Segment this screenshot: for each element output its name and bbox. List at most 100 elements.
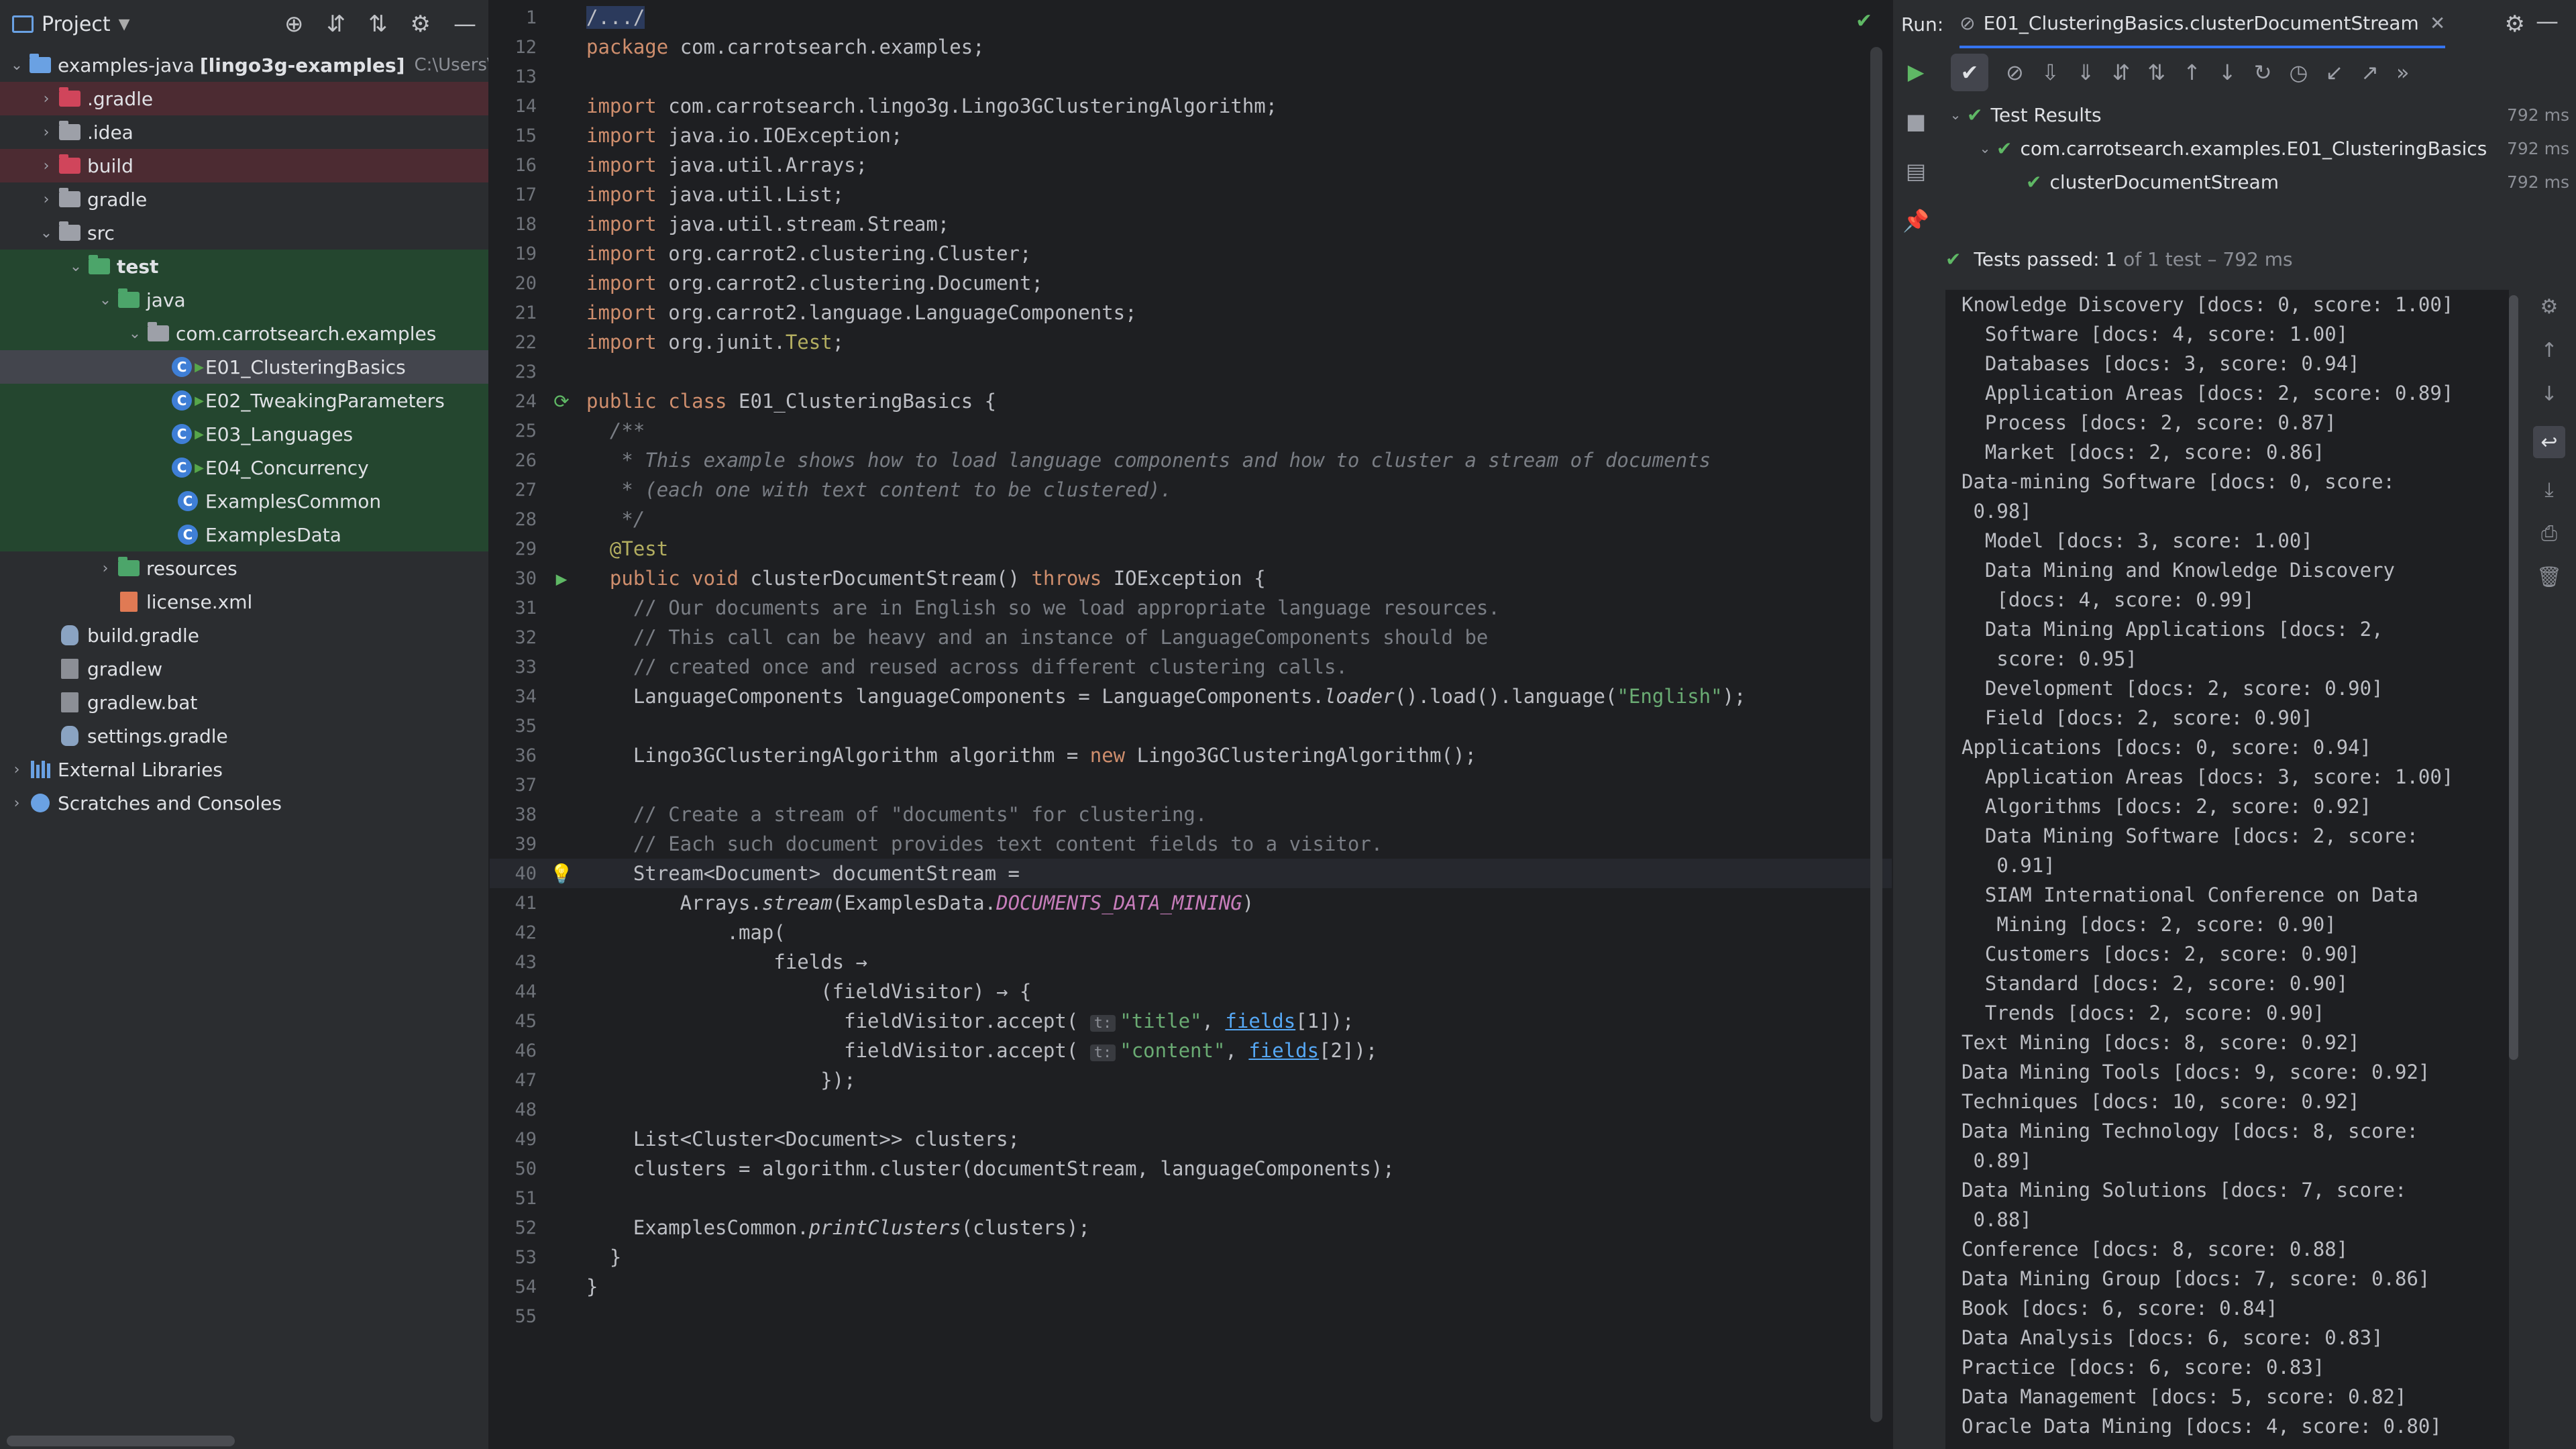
tree-item[interactable]: ⌄ test [0,250,488,283]
more-icon[interactable]: » [2396,60,2410,85]
tree-item[interactable]: › resources [0,551,488,585]
code-text: @Test [586,537,668,560]
code-token: // Our documents are in English so we lo… [586,596,1500,619]
rerun-icon[interactable]: ▶ [1908,59,1925,85]
tree-item[interactable]: C ExamplesCommon [0,484,488,518]
code-token: import [586,183,669,206]
trash-icon[interactable]: 🗑 [2536,566,2562,589]
tree-item[interactable]: › .gradle [0,82,488,115]
tree-item[interactable]: C ▶ E03_Languages [0,417,488,451]
code-line: 45 fieldVisitor.accept( t: "title", field… [490,1006,1892,1036]
settings-icon[interactable]: ⚙ [2540,295,2559,319]
print-icon[interactable]: ⎙ [2541,522,2557,545]
tree-item[interactable]: gradlew [0,652,488,686]
tree-item[interactable]: › .idea [0,115,488,149]
collapse-all-icon[interactable]: ⇅ [368,11,388,38]
tree-item[interactable]: › Scratches and Consoles [0,786,488,820]
code-token: // created once and reused across differ… [586,655,1348,678]
project-view-title[interactable]: Project [42,13,111,36]
scroll-to-end-icon[interactable]: ⤓ [2544,478,2553,502]
rerun-failed-icon[interactable]: ↻ [2254,60,2272,85]
code-token: @Test [586,537,669,560]
code-token: } [586,1275,598,1298]
chevron-down-icon[interactable]: ⌄ [1944,107,1967,123]
project-root[interactable]: ⌄ examples-java [lingo3g-examples] C:\Us… [0,48,488,82]
tree-item[interactable]: ⌄ java [0,283,488,317]
chevron-right-icon[interactable]: › [7,761,27,778]
tree-item[interactable]: ⌄ src [0,216,488,250]
console-line: Development [docs: 2, score: 0.90] [1962,677,2383,700]
tree-item[interactable]: license.xml [0,585,488,619]
code-line: 51 [490,1183,1892,1213]
code-text: package com.carrotsearch.examples; [586,36,985,58]
collapse-all-icon[interactable]: ⇅ [2147,60,2165,85]
tree-item[interactable]: C ▶ E01_ClusteringBasics [0,350,488,384]
import-icon[interactable]: ↙ [2325,60,2343,85]
chevron-right-icon[interactable]: › [36,191,56,208]
expand-all-icon[interactable]: ⇵ [2112,60,2130,85]
run-tab-label: E01_ClusteringBasics.clusterDocumentStre… [1983,11,2419,34]
sort-duration-icon[interactable]: ⇓ [2077,60,2095,85]
console-scrollbar[interactable] [2509,295,2518,1060]
chevron-down-icon[interactable]: ⌄ [36,225,56,241]
lightbulb-icon[interactable]: 💡 [537,863,586,885]
chevron-right-icon[interactable]: › [36,124,56,141]
tree-item[interactable]: build.gradle [0,619,488,652]
arrow-down-icon[interactable]: ↓ [2540,382,2557,406]
history-icon[interactable]: ◷ [2290,60,2308,85]
status-main: Tests passed: 1 [1974,248,2118,270]
run-gutter-icon[interactable]: ⟳ [537,390,586,413]
tree-item[interactable]: settings.gradle [0,719,488,753]
export-icon[interactable]: ↗ [2361,60,2379,85]
expand-all-icon[interactable]: ⇵ [327,11,346,38]
code-editor[interactable]: 1 /.../ 12 package com.carrotsearch.example… [490,0,1892,1449]
minimize-icon[interactable]: — [2536,8,2559,35]
chevron-right-icon[interactable]: › [36,158,56,174]
stop-icon[interactable]: ■ [1906,109,1926,134]
chevron-right-icon[interactable]: › [7,795,27,812]
sort-alpha-icon[interactable]: ⇩ [2041,60,2059,85]
run-tab[interactable]: ⊘ E01_ClusteringBasics.clusterDocumentSt… [1960,0,2446,48]
pin-icon[interactable]: 📌 [1902,208,1929,233]
line-number: 27 [515,479,537,500]
console-output[interactable]: Knowledge Discovery [docs: 0, score: 1.0… [1945,290,2509,1449]
tree-item[interactable]: C ▶ E02_TweakingParameters [0,384,488,417]
chevron-down-icon[interactable]: ⌄ [95,292,115,309]
chevron-down-icon[interactable]: ⌄ [66,258,86,275]
show-ignored-icon[interactable]: ⊘ [2006,60,2024,85]
close-icon[interactable]: ✕ [2430,12,2445,34]
line-number: 31 [515,597,537,619]
tree-item[interactable]: C ▶ E04_Concurrency [0,451,488,484]
test-tree-item[interactable]: ⌄ ✔ Test Results 792 ms [1939,98,2576,131]
tree-item[interactable]: gradlew.bat [0,686,488,719]
tree-item[interactable]: › External Libraries [0,753,488,786]
tree-item[interactable]: C ExamplesData [0,518,488,551]
editor-scrollbar[interactable] [1870,47,1882,1422]
tree-item[interactable]: ⌄ com.carrotsearch.examples [0,317,488,350]
minimize-icon[interactable]: — [453,11,476,38]
gear-icon[interactable]: ⚙ [411,11,431,38]
chevron-down-icon[interactable]: ⌄ [7,57,27,74]
horizontal-scrollbar[interactable] [7,1436,235,1446]
chevron-right-icon[interactable]: › [36,91,56,107]
test-tree-item[interactable]: ⌄ ✔ com.carrotsearch.examples.E01_Clusteri… [1939,131,2576,165]
soft-wrap-icon[interactable]: ↩ [2533,426,2565,458]
tree-item-label: Scratches and Consoles [58,792,282,814]
run-gutter-icon[interactable]: ▶ [537,568,586,590]
next-failed-icon[interactable]: ↓ [2218,60,2237,85]
chevron-down-icon[interactable]: ⌄ [125,325,145,342]
chevron-down-icon[interactable]: ⌄ [1974,140,1996,156]
test-tree-item[interactable]: ✔ clusterDocumentStream 792 ms [1939,165,2576,199]
show-passed-icon[interactable]: ✔ [1951,54,1988,91]
locate-icon[interactable]: ⊕ [284,11,304,38]
tree-item[interactable]: › build [0,149,488,182]
gear-icon[interactable]: ⚙ [2505,11,2525,38]
tree-item[interactable]: › gradle [0,182,488,216]
chevron-down-icon[interactable]: ▼ [119,16,130,33]
chevron-right-icon[interactable]: › [95,560,115,577]
layout-icon[interactable]: ▤ [1906,158,1926,184]
arrow-up-icon[interactable]: ↑ [2540,339,2557,362]
previous-failed-icon[interactable]: ↑ [2183,60,2201,85]
folder-icon [56,121,83,142]
code-text: import com.carrotsearch.lingo3g.Lingo3GC… [586,95,1277,117]
